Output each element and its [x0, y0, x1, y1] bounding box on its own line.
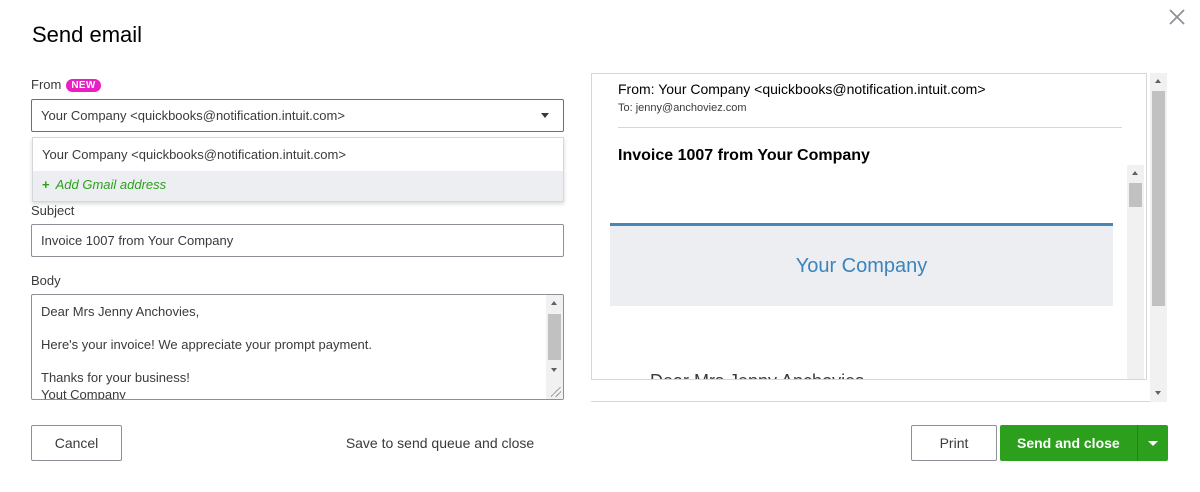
scroll-up-icon[interactable]	[551, 301, 557, 305]
cancel-button[interactable]: Cancel	[31, 425, 122, 461]
from-dropdown-menu: Your Company <quickbooks@notification.in…	[32, 137, 564, 202]
from-label: From NEW	[31, 77, 101, 92]
from-option-company[interactable]: Your Company <quickbooks@notification.in…	[33, 138, 563, 171]
body-text: Dear Mrs Jenny Anchovies, Here's your in…	[41, 304, 373, 400]
body-scrollbar[interactable]	[546, 295, 563, 399]
dialog-title: Send email	[32, 22, 143, 47]
preview-to: To: jenny@anchoviez.com	[618, 102, 747, 114]
from-select-value: Your Company <quickbooks@notification.in…	[41, 108, 345, 123]
close-icon[interactable]	[1166, 6, 1188, 28]
scroll-up-icon[interactable]	[1132, 171, 1138, 175]
send-and-close-label: Send and close	[1017, 435, 1120, 451]
add-gmail-label: Add Gmail address	[55, 177, 167, 192]
send-button-divider	[1137, 425, 1138, 461]
scroll-down-icon[interactable]	[551, 368, 557, 372]
scroll-down-icon[interactable]	[1155, 391, 1161, 395]
preview-greeting: Dear Mrs Jenny Anchovies,	[650, 371, 869, 379]
body-textarea[interactable]: Dear Mrs Jenny Anchovies, Here's your in…	[31, 294, 564, 400]
chevron-down-icon[interactable]	[1148, 441, 1158, 446]
preview-outer-scrollbar[interactable]	[1150, 73, 1167, 402]
preview-inner-scrollbar[interactable]	[1127, 165, 1144, 379]
body-scroll-thumb[interactable]	[548, 314, 561, 360]
preview-from: From: Your Company <quickbooks@notificat…	[618, 81, 986, 97]
print-button[interactable]: Print	[911, 425, 997, 461]
send-and-close-button[interactable]: Send and close	[1000, 425, 1168, 461]
preview-inner-scroll-thumb[interactable]	[1129, 183, 1142, 207]
preview-outer-scroll-thumb[interactable]	[1152, 91, 1165, 306]
new-badge: NEW	[66, 79, 101, 92]
scroll-up-icon[interactable]	[1155, 79, 1161, 83]
from-option-add-gmail[interactable]: + Add Gmail address	[33, 171, 563, 201]
from-dropdown-toggle[interactable]	[529, 100, 563, 131]
preview-company-banner: Your Company	[610, 223, 1113, 306]
save-to-queue-button[interactable]: Save to send queue and close	[320, 425, 560, 461]
resize-grip-icon[interactable]	[551, 387, 561, 397]
body-label: Body	[31, 273, 61, 288]
chevron-down-icon	[541, 113, 549, 118]
subject-label: Subject	[31, 203, 75, 218]
subject-input[interactable]	[31, 224, 564, 257]
email-preview: From: Your Company <quickbooks@notificat…	[591, 73, 1147, 380]
from-label-text: From	[31, 77, 62, 92]
preview-company-name: Your Company	[795, 255, 928, 277]
preview-subject: Invoice 1007 from Your Company	[618, 147, 870, 164]
from-select[interactable]: Your Company <quickbooks@notification.in…	[31, 99, 564, 132]
preview-bottom-border	[591, 401, 1150, 402]
plus-icon: +	[42, 177, 50, 192]
preview-divider	[618, 127, 1122, 128]
